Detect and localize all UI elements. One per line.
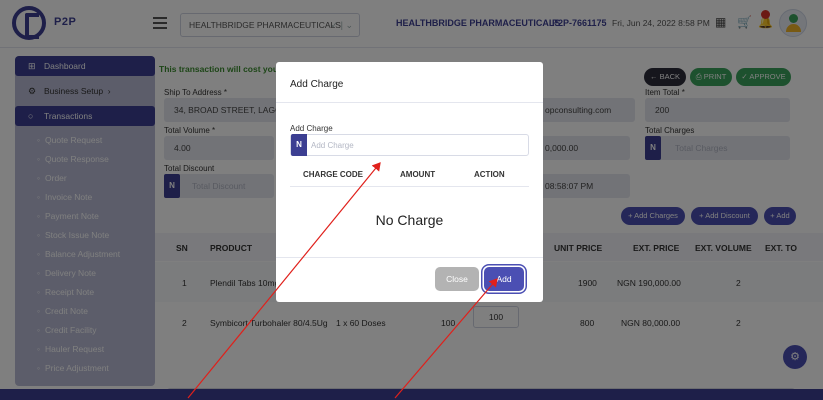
modal-footer-divider bbox=[276, 257, 543, 258]
add-charge-field[interactable]: N bbox=[290, 134, 529, 156]
empty-state-text: No Charge bbox=[375, 212, 444, 228]
modal-divider bbox=[276, 102, 543, 103]
modal-title: Add Charge bbox=[290, 79, 344, 90]
col-amount: AMOUNT bbox=[400, 170, 436, 179]
add-button[interactable]: Add bbox=[484, 267, 524, 291]
add-charge-input[interactable] bbox=[311, 135, 521, 155]
col-charge-code: CHARGE CODE bbox=[303, 170, 364, 179]
close-button[interactable]: Close bbox=[435, 267, 479, 291]
add-charge-modal: Add Charge Add Charge N CHARGE CODE AMOU… bbox=[276, 62, 543, 302]
col-action: ACTION bbox=[474, 170, 505, 179]
table-header-divider bbox=[290, 186, 529, 187]
currency-tag: N bbox=[291, 134, 307, 156]
add-charge-label: Add Charge bbox=[290, 124, 333, 133]
